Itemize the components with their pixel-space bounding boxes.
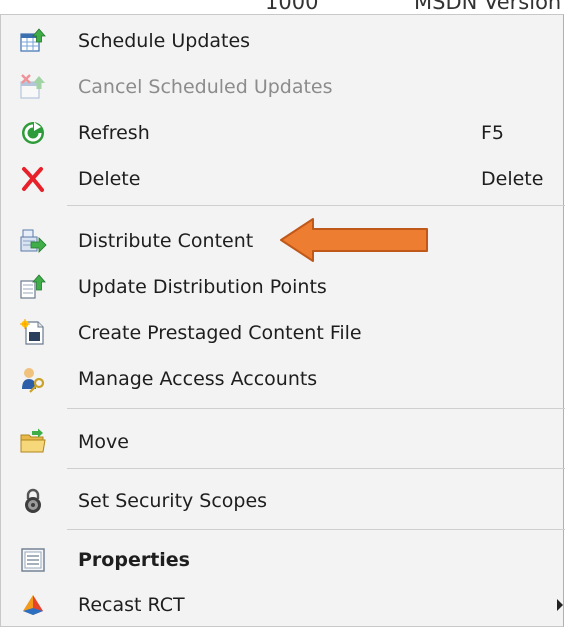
- access-accounts-icon: [19, 365, 47, 393]
- menu-item-label: Schedule Updates: [78, 30, 251, 52]
- refresh-icon: [19, 119, 47, 147]
- menu-item-label: Manage Access Accounts: [78, 368, 318, 390]
- menu-item-move[interactable]: Move: [1, 419, 563, 465]
- menu-item-label: Update Distribution Points: [78, 276, 327, 298]
- menu-item-delete[interactable]: Delete Delete: [1, 156, 563, 202]
- menu-item-refresh[interactable]: Refresh F5: [1, 110, 563, 156]
- delete-icon: [19, 165, 47, 193]
- menu-separator: [67, 529, 565, 530]
- properties-icon: [19, 546, 47, 574]
- screenshot: 1000 MSDN Version Schedule Updates Cance…: [0, 0, 574, 627]
- menu-item-label: Properties: [78, 549, 190, 571]
- menu-item-label: Refresh: [78, 122, 150, 144]
- menu-item-update-distribution-points[interactable]: Update Distribution Points: [1, 264, 563, 310]
- menu-item-schedule-updates[interactable]: Schedule Updates: [1, 18, 563, 64]
- menu-separator: [67, 468, 565, 469]
- lock-icon: [19, 487, 47, 515]
- menu-item-recast-rct[interactable]: Recast RCT: [1, 582, 563, 627]
- menu-item-label: Move: [78, 431, 129, 453]
- menu-item-label: Create Prestaged Content File: [78, 322, 362, 344]
- menu-separator: [67, 408, 565, 409]
- background-column-text: MSDN Version: [414, 0, 562, 14]
- background-column-text: 1000: [265, 0, 319, 14]
- menu-item-set-security-scopes[interactable]: Set Security Scopes: [1, 478, 563, 524]
- menu-item-create-prestaged-content-file[interactable]: Create Prestaged Content File: [1, 310, 563, 356]
- folder-move-icon: [19, 428, 47, 456]
- menu-item-label: Delete: [78, 168, 141, 190]
- cancel-schedule-icon: [19, 73, 47, 101]
- shortcut-label: Delete: [481, 168, 544, 190]
- update-distribution-icon: [19, 273, 47, 301]
- menu-item-properties[interactable]: Properties: [1, 537, 563, 583]
- prestaged-file-icon: [19, 319, 47, 347]
- menu-item-cancel-scheduled-updates[interactable]: Cancel Scheduled Updates: [1, 64, 563, 110]
- submenu-arrow-icon: [557, 599, 563, 611]
- distribute-content-icon: [19, 227, 47, 255]
- schedule-updates-icon: [19, 27, 47, 55]
- menu-item-label: Distribute Content: [78, 230, 254, 252]
- menu-item-label: Recast RCT: [78, 594, 185, 616]
- recast-icon: [19, 591, 47, 619]
- menu-item-label: Cancel Scheduled Updates: [78, 76, 333, 98]
- context-menu: Schedule Updates Cancel Scheduled Update…: [0, 14, 565, 627]
- menu-item-label: Set Security Scopes: [78, 490, 268, 512]
- annotation-arrow-icon: [279, 216, 431, 264]
- menu-item-manage-access-accounts[interactable]: Manage Access Accounts: [1, 356, 563, 402]
- shortcut-label: F5: [481, 122, 505, 144]
- menu-separator: [67, 205, 565, 206]
